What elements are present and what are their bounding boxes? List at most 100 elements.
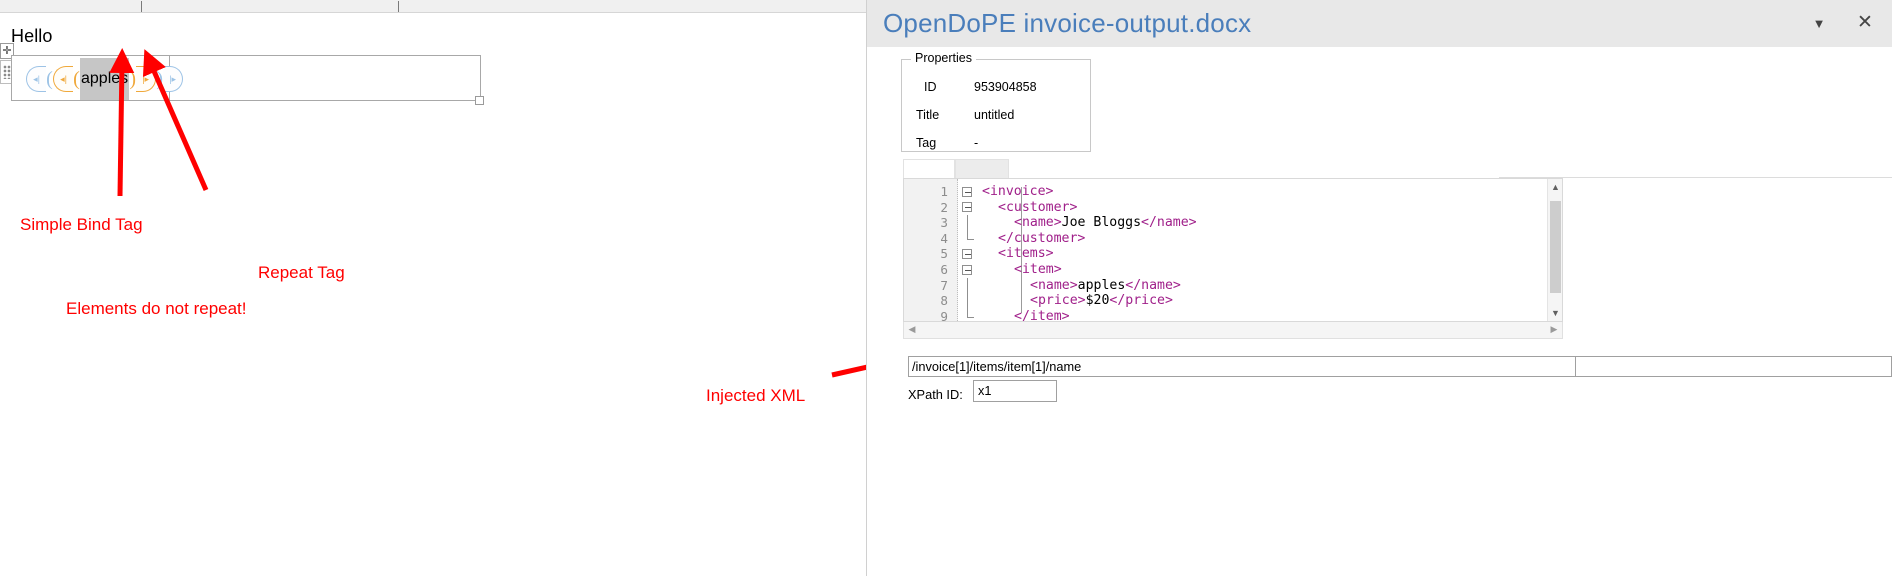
line-number: 9	[940, 308, 948, 322]
code-text: <item>	[982, 262, 1062, 278]
ruler-tab-stop[interactable]	[398, 1, 399, 12]
content-control-group[interactable]: ◂| ( ◂| ( apples ) |▸ ) |▸	[26, 58, 184, 100]
code-line[interactable]: 6 <item>	[904, 262, 1562, 278]
line-number: 3	[940, 215, 948, 231]
code-text: </item>	[982, 308, 1070, 322]
code-line[interactable]: 7 <name>apples</name>	[904, 277, 1562, 294]
code-text: </customer>	[982, 231, 1085, 247]
fold-toggle-icon[interactable]	[962, 248, 972, 259]
editor-tab-1[interactable]	[903, 159, 955, 179]
line-number: 4	[940, 230, 948, 246]
code-line[interactable]: 8 <price>$20</price>	[904, 293, 1562, 309]
xml-tag: <items>	[998, 246, 1054, 262]
bind-tag-open-paren: (	[73, 67, 80, 90]
xml-tag: <price>	[1030, 293, 1086, 309]
scrollbar-thumb[interactable]	[1550, 201, 1561, 293]
fold-branch-icon	[966, 230, 974, 240]
properties-legend: Properties	[911, 51, 976, 65]
property-key: ID	[924, 80, 937, 94]
property-value: untitled	[974, 108, 1015, 122]
xml-tag: </name>	[1125, 277, 1181, 293]
property-value: 953904858	[974, 80, 1037, 94]
code-line[interactable]: 3 <name>Joe Bloggs</name>	[904, 215, 1562, 231]
chevron-down-icon[interactable]: ▼	[1806, 13, 1832, 35]
code-text: <customer>	[982, 200, 1077, 216]
code-line[interactable]: 1 <invoice>	[904, 184, 1562, 200]
xml-tag: <invoice>	[982, 184, 1054, 199]
bound-value-text[interactable]: apples	[80, 58, 130, 100]
xml-text: apples	[1077, 277, 1126, 293]
property-value: -	[974, 136, 979, 150]
fold-toggle-icon[interactable]	[962, 186, 972, 197]
annotation-injected-xml: Injected XML	[706, 386, 806, 405]
task-pane-body: Properties ID 953904858 Title untitled T…	[885, 47, 1892, 576]
code-line[interactable]: 9 </item>	[904, 308, 1562, 322]
task-pane-header: OpenDoPE invoice-output.docx ▼ ✕	[867, 0, 1892, 47]
xml-tag: </item>	[1014, 308, 1070, 322]
document-table[interactable]: ◂| ( ◂| ( apples ) |▸ ) |▸	[11, 55, 481, 101]
xpath-value-field[interactable]: /invoice[1]/items/item[1]/name	[908, 356, 1576, 377]
triangle-left-icon[interactable]: ◀	[904, 322, 920, 337]
document-heading: Hello	[11, 26, 53, 46]
code-text: <items>	[982, 246, 1054, 262]
xml-tag: <name>	[1014, 215, 1062, 231]
editor-tab-strip[interactable]	[903, 159, 1563, 179]
code-text: <name>Joe Bloggs</name>	[982, 215, 1197, 231]
xml-tag: </price>	[1109, 293, 1173, 309]
line-number: 6	[940, 261, 948, 277]
ruler-tab-stop[interactable]	[141, 1, 142, 12]
document-canvas[interactable]: Hello ✛ ◂| ( ◂| ( apples ) |▸ ) |▸	[0, 13, 866, 576]
fold-toggle-icon[interactable]	[962, 264, 972, 275]
xml-editor[interactable]: 1 <invoice> 2 <customer> 3 <name>Joe Bloggs</…	[903, 178, 1563, 322]
xml-tag: </name>	[1141, 215, 1197, 231]
xpath-id-label: XPath ID:	[908, 387, 963, 402]
line-number: 5	[940, 246, 948, 262]
code-line[interactable]: 4 </customer>	[904, 230, 1562, 247]
close-icon[interactable]: ✕	[1852, 13, 1878, 35]
xml-tag: <item>	[1014, 261, 1062, 277]
properties-group: Properties ID 953904858 Title untitled T…	[901, 51, 1091, 152]
editor-horizontal-scrollbar[interactable]: ◀ ▶	[903, 322, 1563, 339]
fold-rail-segment	[966, 277, 968, 294]
property-key: Title	[916, 108, 940, 122]
repeat-tag-close-paren: )	[156, 67, 163, 90]
triangle-down-icon[interactable]: ▼	[1548, 305, 1562, 321]
code-line[interactable]: 5 <items>	[904, 246, 1562, 262]
xpath-value-field-extension[interactable]	[1576, 356, 1892, 377]
table-resize-handle[interactable]	[475, 96, 484, 105]
repeat-tag-close-icon[interactable]: |▸	[163, 66, 184, 92]
repeat-tag-open-paren: (	[46, 67, 53, 90]
xml-text: $20	[1085, 293, 1110, 309]
xml-code[interactable]: 1 <invoice> 2 <customer> 3 <name>Joe Bloggs</…	[904, 184, 1562, 322]
fold-rail-segment	[966, 293, 968, 309]
editor-tab-2[interactable]	[955, 159, 1009, 179]
task-pane-title: OpenDoPE invoice-output.docx	[883, 8, 1252, 38]
editor-vertical-scrollbar[interactable]: ▲ ▼	[1547, 179, 1562, 321]
repeat-tag-open-icon[interactable]: ◂|	[26, 66, 46, 92]
annotation-repeat-tag: Repeat Tag	[258, 263, 345, 282]
annotation-simple-bind-tag: Simple Bind Tag	[20, 215, 143, 234]
fold-rail-segment	[966, 215, 968, 231]
code-text: <invoice>	[982, 184, 1053, 200]
code-text: <price>$20</price>	[982, 293, 1173, 309]
triangle-right-icon[interactable]: ▶	[1546, 322, 1562, 337]
xml-tag: </customer>	[998, 230, 1086, 246]
xml-text: Joe Bloggs	[1061, 215, 1142, 231]
fold-branch-icon	[966, 308, 974, 318]
triangle-up-icon[interactable]: ▲	[1548, 179, 1562, 195]
code-line[interactable]: 2 <customer>	[904, 200, 1562, 216]
bind-tag-close-icon[interactable]: |▸	[136, 66, 157, 92]
xml-tag: <name>	[1030, 277, 1078, 293]
code-text: <name>apples</name>	[982, 278, 1181, 294]
line-number: 2	[940, 199, 948, 215]
line-number: 8	[940, 293, 948, 309]
xml-tag: <customer>	[998, 199, 1078, 215]
fold-toggle-icon[interactable]	[962, 202, 972, 213]
xpath-id-input[interactable]: x1	[973, 380, 1057, 402]
task-pane: OpenDoPE invoice-output.docx ▼ ✕ Propert…	[866, 0, 1892, 576]
line-number: 7	[940, 277, 948, 293]
bind-tag-close-paren: )	[129, 67, 136, 90]
bind-tag-open-icon[interactable]: ◂|	[53, 66, 73, 92]
screen: Hello ✛ ◂| ( ◂| ( apples ) |▸ ) |▸ Simpl…	[0, 0, 1892, 576]
property-key: Tag	[916, 136, 937, 150]
